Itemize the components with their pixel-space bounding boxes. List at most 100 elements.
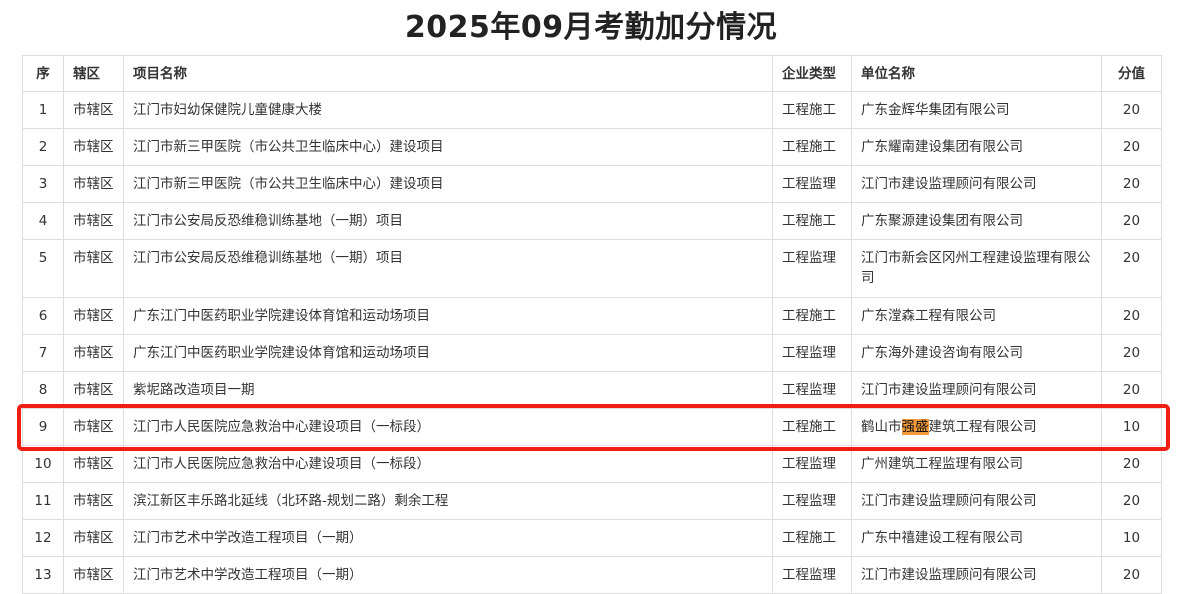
column-header-district: 辖区 [63,55,124,92]
table-row: 11 市辖区 滨江新区丰乐路北延线（北环路-规划二路）剩余工程 工程监理 江门市… [22,482,1162,520]
cell-type: 工程施工 [772,91,852,129]
cell-seq: 8 [22,371,64,409]
table-row: 3 市辖区 江门市新三甲医院（市公共卫生临床中心）建设项目 工程监理 江门市建设… [22,165,1162,203]
highlighted-search-match: 强盛 [901,419,929,435]
cell-seq: 7 [22,334,64,372]
cell-district: 市辖区 [63,239,124,298]
cell-district: 市辖区 [63,297,124,335]
cell-company: 鹤山市强盛建筑工程有限公司 [851,408,1102,446]
cell-project: 江门市公安局反恐维稳训练基地（一期）项目 [123,239,773,298]
cell-seq: 4 [22,202,64,240]
cell-company: 江门市建设监理顾问有限公司 [851,482,1102,520]
cell-project: 江门市艺术中学改造工程项目（一期） [123,519,773,557]
cell-score: 10 [1101,519,1162,557]
cell-company: 广东金辉华集团有限公司 [851,91,1102,129]
cell-project: 江门市妇幼保健院儿童健康大楼 [123,91,773,129]
cell-seq: 12 [22,519,64,557]
cell-project: 广东江门中医药职业学院建设体育馆和运动场项目 [123,334,773,372]
cell-district: 市辖区 [63,91,124,129]
cell-district: 市辖区 [63,482,124,520]
cell-score: 20 [1101,371,1162,409]
cell-district: 市辖区 [63,165,124,203]
cell-type: 工程监理 [772,334,852,372]
table-row-highlighted: 9 市辖区 江门市人民医院应急救治中心建设项目（一标段） 工程施工 鹤山市强盛建… [22,408,1162,446]
cell-district: 市辖区 [63,334,124,372]
cell-type: 工程监理 [772,482,852,520]
cell-type: 工程施工 [772,128,852,166]
cell-district: 市辖区 [63,408,124,446]
cell-seq: 3 [22,165,64,203]
column-header-seq: 序 [22,55,64,92]
cell-type: 工程施工 [772,519,852,557]
cell-company: 广东漟森工程有限公司 [851,297,1102,335]
cell-score: 20 [1101,202,1162,240]
column-header-type: 企业类型 [772,55,852,92]
cell-district: 市辖区 [63,202,124,240]
cell-project: 江门市艺术中学改造工程项目（一期） [123,556,773,594]
column-header-score: 分值 [1101,55,1162,92]
table-row: 6 市辖区 广东江门中医药职业学院建设体育馆和运动场项目 工程施工 广东漟森工程… [22,297,1162,335]
cell-score: 20 [1101,91,1162,129]
cell-company: 江门市建设监理顾问有限公司 [851,165,1102,203]
company-text-before: 鹤山市 [861,419,902,435]
company-text-after: 建筑工程有限公司 [928,419,1037,435]
cell-score: 20 [1101,482,1162,520]
cell-type: 工程监理 [772,445,852,483]
cell-score: 20 [1101,239,1162,298]
cell-type: 工程监理 [772,165,852,203]
cell-type: 工程监理 [772,239,852,298]
cell-seq: 6 [22,297,64,335]
cell-type: 工程施工 [772,202,852,240]
cell-seq: 11 [22,482,64,520]
cell-district: 市辖区 [63,556,124,594]
table-row: 7 市辖区 广东江门中医药职业学院建设体育馆和运动场项目 工程监理 广东海外建设… [22,334,1162,372]
cell-seq: 1 [22,91,64,129]
table-row: 8 市辖区 紫坭路改造项目一期 工程监理 江门市建设监理顾问有限公司 20 [22,371,1162,409]
cell-company: 江门市新会区冈州工程建设监理有限公司 [851,239,1102,298]
cell-district: 市辖区 [63,519,124,557]
table-row: 12 市辖区 江门市艺术中学改造工程项目（一期） 工程施工 广东中禧建设工程有限… [22,519,1162,557]
cell-score: 20 [1101,556,1162,594]
cell-score: 20 [1101,445,1162,483]
cell-project: 江门市人民医院应急救治中心建设项目（一标段） [123,408,773,446]
cell-seq: 5 [22,239,64,298]
cell-district: 市辖区 [63,445,124,483]
cell-type: 工程施工 [772,297,852,335]
cell-company: 江门市建设监理顾问有限公司 [851,556,1102,594]
page-title: 2025年09月考勤加分情况 [404,10,778,45]
cell-project: 江门市公安局反恐维稳训练基地（一期）项目 [123,202,773,240]
cell-project: 滨江新区丰乐路北延线（北环路-规划二路）剩余工程 [123,482,773,520]
table-row: 1 市辖区 江门市妇幼保健院儿童健康大楼 工程施工 广东金辉华集团有限公司 20 [22,91,1162,129]
cell-company: 广东聚源建设集团有限公司 [851,202,1102,240]
cell-project: 广东江门中医药职业学院建设体育馆和运动场项目 [123,297,773,335]
cell-score: 10 [1101,408,1162,446]
cell-district: 市辖区 [63,371,124,409]
cell-seq: 13 [22,556,64,594]
cell-type: 工程监理 [772,556,852,594]
cell-score: 20 [1101,128,1162,166]
table-row: 13 市辖区 江门市艺术中学改造工程项目（一期） 工程监理 江门市建设监理顾问有… [22,556,1162,594]
cell-score: 20 [1101,297,1162,335]
cell-company: 广东耀南建设集团有限公司 [851,128,1102,166]
attendance-table: 序 辖区 项目名称 企业类型 单位名称 分值 1 市辖区 江门市妇幼保健院儿童健… [22,55,1162,594]
cell-seq: 9 [22,408,64,446]
table-header-row: 序 辖区 项目名称 企业类型 单位名称 分值 [22,55,1162,92]
cell-type: 工程施工 [772,408,852,446]
cell-district: 市辖区 [63,128,124,166]
cell-company: 广东中禧建设工程有限公司 [851,519,1102,557]
cell-company: 广州建筑工程监理有限公司 [851,445,1102,483]
cell-score: 20 [1101,334,1162,372]
cell-company: 广东海外建设咨询有限公司 [851,334,1102,372]
column-header-company: 单位名称 [851,55,1102,92]
cell-type: 工程监理 [772,371,852,409]
table-row: 2 市辖区 江门市新三甲医院（市公共卫生临床中心）建设项目 工程施工 广东耀南建… [22,128,1162,166]
cell-project: 江门市新三甲医院（市公共卫生临床中心）建设项目 [123,165,773,203]
column-header-project: 项目名称 [123,55,773,92]
table-row: 10 市辖区 江门市人民医院应急救治中心建设项目（一标段） 工程监理 广州建筑工… [22,445,1162,483]
cell-score: 20 [1101,165,1162,203]
cell-seq: 2 [22,128,64,166]
cell-project: 紫坭路改造项目一期 [123,371,773,409]
cell-project: 江门市新三甲医院（市公共卫生临床中心）建设项目 [123,128,773,166]
cell-project: 江门市人民医院应急救治中心建设项目（一标段） [123,445,773,483]
table-row: 4 市辖区 江门市公安局反恐维稳训练基地（一期）项目 工程施工 广东聚源建设集团… [22,202,1162,240]
